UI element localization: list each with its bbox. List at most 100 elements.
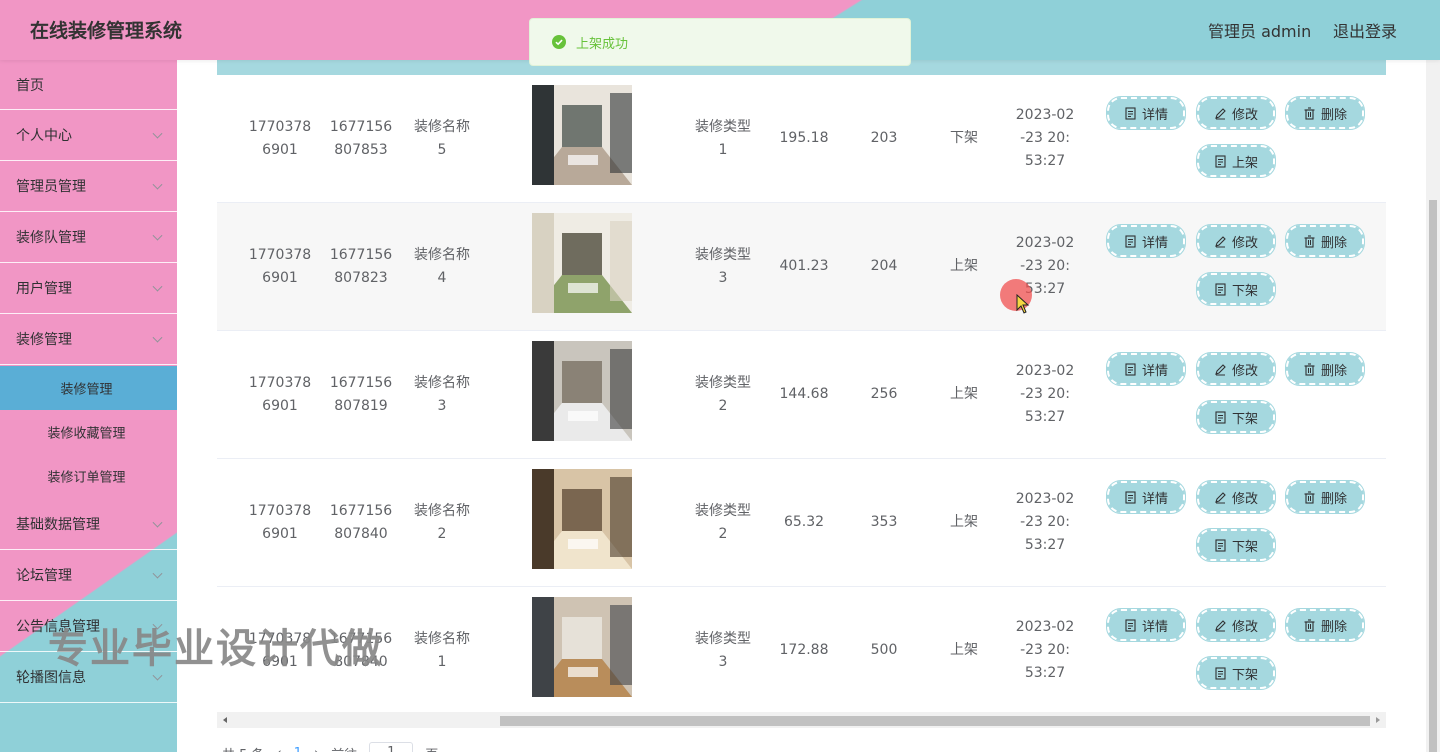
sidebar-item-label: 装修队管理 (16, 230, 86, 246)
horizontal-scroll-thumb[interactable] (500, 716, 1370, 726)
cell-name: 装修名称 4 (414, 246, 470, 286)
cell-id: 1770378 6901 (248, 502, 312, 542)
scroll-right-icon[interactable] (1376, 717, 1380, 723)
toggle-listing-button[interactable]: 下架 (1196, 272, 1276, 306)
delete-button[interactable]: 删除 (1285, 352, 1365, 386)
edit-button[interactable]: 修改 (1196, 608, 1276, 642)
cell-status: 上架 (950, 514, 978, 530)
edit-button[interactable]: 修改 (1196, 224, 1276, 258)
cell-price: 144.68 (779, 386, 829, 402)
sidebar-item-6[interactable]: 基础数据管理 (0, 498, 177, 550)
pager-input[interactable]: 1 (369, 742, 414, 752)
detail-button[interactable]: 详情 (1106, 224, 1186, 258)
sidebar-item-5[interactable]: 装修管理 (0, 314, 177, 365)
decoration-thumbnail[interactable] (532, 469, 632, 569)
sidebar-item-3[interactable]: 装修队管理 (0, 212, 177, 263)
edit-button[interactable]: 修改 (1196, 96, 1276, 130)
chevron-down-icon (152, 179, 163, 190)
pager-page[interactable]: 1 (294, 746, 302, 752)
sidebar-item-1[interactable]: 个人中心 (0, 110, 177, 161)
cell-count: 203 (870, 130, 898, 146)
toggle-listing-button[interactable]: 下架 (1196, 528, 1276, 562)
cell-time: 2023-02 -23 20: 53:27 (1015, 619, 1075, 681)
scroll-left-icon[interactable] (223, 717, 227, 723)
cell-type: 装修类型 1 (695, 118, 751, 158)
app-title: 在线装修管理系统 (30, 20, 183, 42)
sidebar-item-4[interactable]: 用户管理 (0, 263, 177, 314)
button-label: 修改 (1231, 491, 1258, 507)
button-label: 删除 (1320, 491, 1347, 507)
table-row: 1770378 6901 1677156 807840 装修名称 1 装修类型 3 17… (217, 587, 1386, 712)
toggle-listing-button[interactable]: 上架 (1196, 144, 1276, 178)
edit-button[interactable]: 修改 (1196, 352, 1276, 386)
cell-count: 353 (870, 514, 898, 530)
check-circle-icon (552, 35, 566, 49)
cell-id: 1770378 6901 (248, 118, 312, 158)
sidebar-item-0[interactable]: 首页 (0, 60, 177, 110)
detail-icon (1125, 490, 1136, 504)
vertical-scrollbar[interactable] (1426, 60, 1440, 752)
button-label: 详情 (1141, 235, 1168, 251)
delete-icon (1304, 106, 1315, 120)
detail-button[interactable]: 详情 (1106, 352, 1186, 386)
detail-icon (1125, 234, 1136, 248)
sidebar-subitem-label: 装修管理 (60, 382, 113, 398)
horizontal-scrollbar[interactable] (217, 712, 1386, 728)
delete-button[interactable]: 删除 (1285, 224, 1365, 258)
table-row: 1770378 6901 1677156 807853 装修名称 5 装修类型 1 19… (217, 75, 1386, 203)
button-label: 详情 (1141, 363, 1168, 379)
decoration-thumbnail[interactable] (532, 341, 632, 441)
decoration-thumbnail[interactable] (532, 85, 632, 185)
button-label: 详情 (1141, 619, 1168, 635)
detail-button[interactable]: 详情 (1106, 96, 1186, 130)
toggle-listing-icon (1215, 666, 1226, 680)
cell-code: 1677156 807823 (329, 246, 393, 286)
sidebar-item-2[interactable]: 管理员管理 (0, 161, 177, 212)
delete-icon (1304, 490, 1315, 504)
cell-code: 1677156 807819 (329, 374, 393, 414)
sidebar-subitem-2[interactable]: 装修订单管理 (0, 454, 177, 498)
toggle-listing-button[interactable]: 下架 (1196, 400, 1276, 434)
button-label: 删除 (1320, 235, 1347, 251)
sidebar-item-label: 首页 (16, 77, 44, 94)
vertical-scroll-thumb[interactable] (1429, 200, 1437, 752)
sidebar-item-label: 论坛管理 (16, 568, 72, 584)
cell-name: 装修名称 5 (414, 118, 470, 158)
edit-icon (1215, 363, 1226, 375)
sidebar-subitem-0[interactable]: 装修管理 (0, 366, 177, 410)
toggle-listing-icon (1215, 154, 1226, 168)
detail-button[interactable]: 详情 (1106, 480, 1186, 514)
delete-button[interactable]: 删除 (1285, 480, 1365, 514)
toggle-listing-icon (1215, 538, 1226, 552)
chevron-down-icon (152, 281, 163, 292)
button-label: 修改 (1231, 363, 1258, 379)
toggle-listing-button[interactable]: 下架 (1196, 656, 1276, 690)
sidebar-subitem-label: 装修订单管理 (47, 470, 126, 486)
edit-button[interactable]: 修改 (1196, 480, 1276, 514)
cell-price: 195.18 (779, 130, 829, 146)
detail-button[interactable]: 详情 (1106, 608, 1186, 642)
pager-prev-icon[interactable]: ‹ (277, 746, 282, 752)
cell-price: 401.23 (779, 258, 829, 274)
toggle-listing-icon (1215, 282, 1226, 296)
sidebar-subitem-1[interactable]: 装修收藏管理 (0, 410, 177, 454)
button-label: 修改 (1231, 235, 1258, 251)
data-table: 1770378 6901 1677156 807853 装修名称 5 装修类型 1 19… (217, 60, 1386, 712)
sidebar-item-label: 个人中心 (16, 128, 72, 144)
decoration-thumbnail[interactable] (532, 213, 632, 313)
button-label: 修改 (1231, 619, 1258, 635)
delete-button[interactable]: 删除 (1285, 608, 1365, 642)
button-label: 删除 (1320, 107, 1347, 123)
detail-icon (1125, 362, 1136, 376)
decoration-thumbnail[interactable] (532, 597, 632, 697)
button-label: 下架 (1231, 539, 1258, 555)
cell-id: 1770378 6901 (248, 246, 312, 286)
button-label: 删除 (1320, 619, 1347, 635)
cell-time: 2023-02 -23 20: 53:27 (1015, 107, 1075, 169)
pagination: 共 5 条 ‹ 1 › 前往 1 页 (222, 742, 438, 752)
logout-button[interactable]: 退出登录 (1333, 18, 1397, 42)
sidebar-item-7[interactable]: 论坛管理 (0, 550, 177, 601)
table-row: 1770378 6901 1677156 807840 装修名称 2 装修类型 2 65… (217, 459, 1386, 587)
delete-button[interactable]: 删除 (1285, 96, 1365, 130)
pager-next-icon[interactable]: › (314, 746, 319, 752)
